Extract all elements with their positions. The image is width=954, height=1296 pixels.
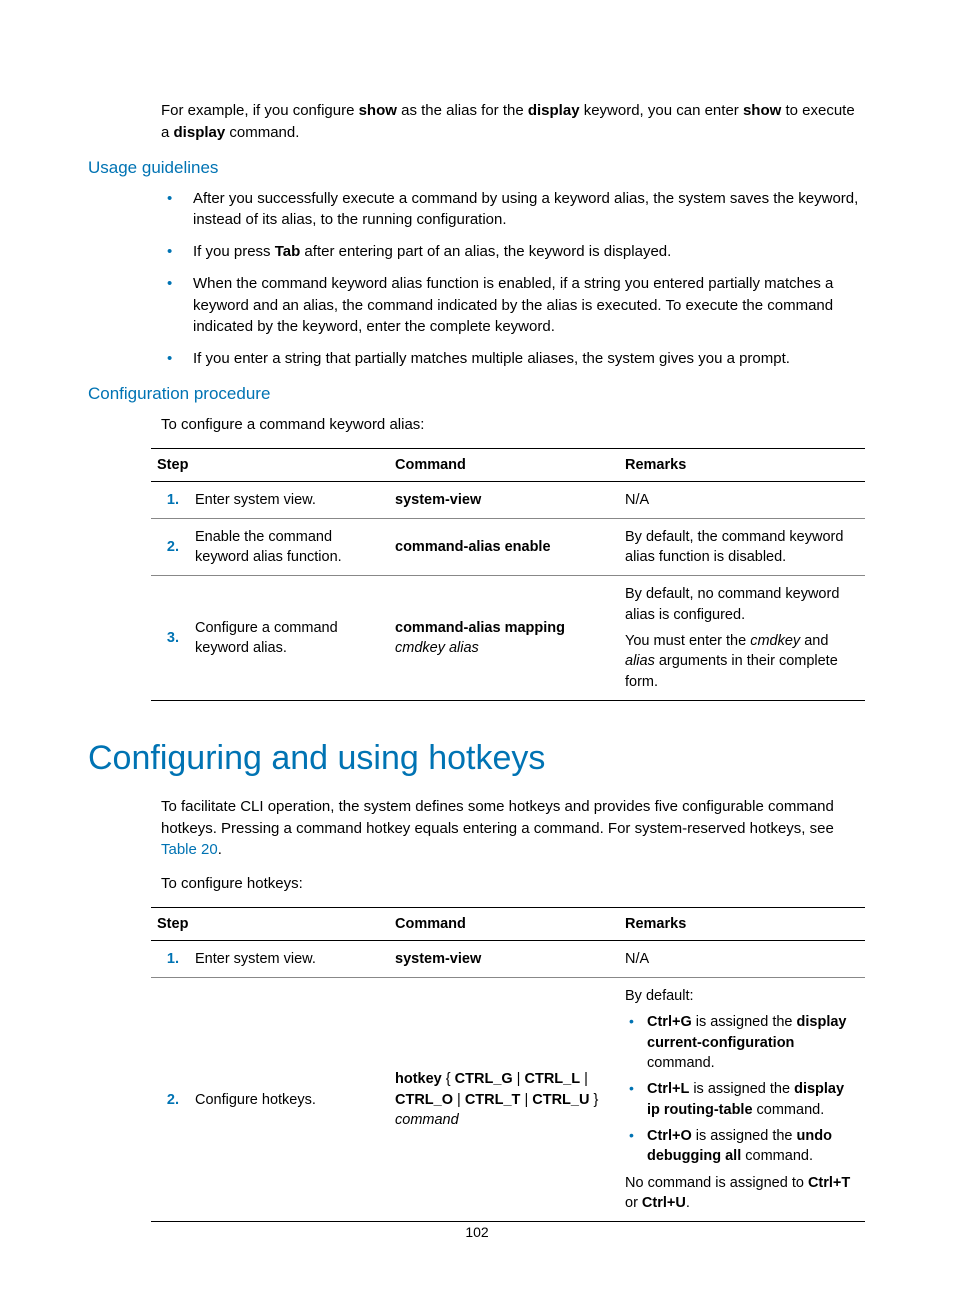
table-row: 1. Enter system view. system-view N/A xyxy=(151,940,865,977)
text: By default: xyxy=(625,986,859,1006)
step-desc: Enter system view. xyxy=(189,481,389,518)
th-step: Step xyxy=(151,448,389,481)
step-number: 1. xyxy=(151,940,189,977)
step-number: 2. xyxy=(151,518,189,576)
cmd: command-alias enable xyxy=(395,539,551,555)
text: command. xyxy=(225,124,299,141)
intro-paragraph: For example, if you configure show as th… xyxy=(88,100,866,144)
table-row: 2. Configure hotkeys. hotkey { CTRL_G | … xyxy=(151,978,865,1222)
text: as the alias for the xyxy=(397,102,528,119)
command-cell: command-alias mapping cmdkey alias xyxy=(389,576,619,700)
usage-guidelines-list: After you successfully execute a command… xyxy=(88,188,866,370)
list-item: When the command keyword alias function … xyxy=(161,273,866,338)
kw-tab: Tab xyxy=(275,243,301,260)
text: To facilitate CLI operation, the system … xyxy=(161,798,834,837)
cmd: hotkey xyxy=(395,1071,442,1087)
alias-config-table: Step Command Remarks 1. Enter system vie… xyxy=(151,448,865,701)
kw-show: show xyxy=(743,102,781,119)
cmd: system-view xyxy=(395,492,481,508)
text: If you press xyxy=(193,243,275,260)
table-row: 3. Configure a command keyword alias. co… xyxy=(151,576,865,700)
command-cell: command-alias enable xyxy=(389,518,619,576)
command-cell: hotkey { CTRL_G | CTRL_L | CTRL_O | CTRL… xyxy=(389,978,619,1222)
th-step: Step xyxy=(151,907,389,940)
remarks-cell: By default: Ctrl+G is assigned the displ… xyxy=(619,978,865,1222)
remarks-cell: By default, the command keyword alias fu… xyxy=(619,518,865,576)
text: No command is assigned to Ctrl+T or Ctrl… xyxy=(625,1173,859,1214)
th-remarks: Remarks xyxy=(619,907,865,940)
list-item: If you press Tab after entering part of … xyxy=(161,241,866,263)
step-desc: Configure a command keyword alias. xyxy=(189,576,389,700)
page-number: 102 xyxy=(0,1224,954,1240)
list-item: Ctrl+O is assigned the undo debugging al… xyxy=(625,1126,859,1167)
th-command: Command xyxy=(389,448,619,481)
text: By default, no command keyword alias is … xyxy=(625,584,859,625)
text: keyword, you can enter xyxy=(580,102,743,119)
cmd: system-view xyxy=(395,951,481,967)
text: . xyxy=(218,841,222,858)
list-item: Ctrl+G is assigned the display current-c… xyxy=(625,1012,859,1073)
hotkeys-config-table: Step Command Remarks 1. Enter system vie… xyxy=(151,907,865,1222)
text: For example, if you configure xyxy=(161,102,359,119)
configuration-procedure-heading: Configuration procedure xyxy=(88,384,866,404)
step-number: 2. xyxy=(151,978,189,1222)
table-20-link[interactable]: Table 20 xyxy=(161,841,218,858)
hotkeys-config-intro: To configure hotkeys: xyxy=(88,873,866,895)
list-item: If you enter a string that partially mat… xyxy=(161,348,866,370)
step-number: 3. xyxy=(151,576,189,700)
remarks-cell: N/A xyxy=(619,481,865,518)
config-intro: To configure a command keyword alias: xyxy=(88,414,866,436)
list-item: Ctrl+L is assigned the display ip routin… xyxy=(625,1079,859,1120)
th-command: Command xyxy=(389,907,619,940)
step-desc: Enable the command keyword alias functio… xyxy=(189,518,389,576)
list-item: After you successfully execute a command… xyxy=(161,188,866,232)
text: After you successfully execute a command… xyxy=(193,190,858,229)
text: You must enter the cmdkey and alias argu… xyxy=(625,631,859,692)
configuring-hotkeys-heading: Configuring and using hotkeys xyxy=(88,739,866,778)
usage-guidelines-heading: Usage guidelines xyxy=(88,158,866,178)
cmd: command-alias mapping xyxy=(395,620,565,636)
kw-show: show xyxy=(359,102,397,119)
text: When the command keyword alias function … xyxy=(193,275,833,336)
kw-display: display xyxy=(174,124,226,141)
th-remarks: Remarks xyxy=(619,448,865,481)
hotkeys-intro: To facilitate CLI operation, the system … xyxy=(88,796,866,861)
table-row: 1. Enter system view. system-view N/A xyxy=(151,481,865,518)
kw-display: display xyxy=(528,102,580,119)
remarks-cell: By default, no command keyword alias is … xyxy=(619,576,865,700)
step-desc: Enter system view. xyxy=(189,940,389,977)
defaults-list: Ctrl+G is assigned the display current-c… xyxy=(625,1012,859,1166)
step-desc: Configure hotkeys. xyxy=(189,978,389,1222)
step-number: 1. xyxy=(151,481,189,518)
text: If you enter a string that partially mat… xyxy=(193,350,790,367)
arg: cmdkey alias xyxy=(395,640,479,656)
command-cell: system-view xyxy=(389,940,619,977)
remarks-cell: N/A xyxy=(619,940,865,977)
table-row: 2. Enable the command keyword alias func… xyxy=(151,518,865,576)
command-cell: system-view xyxy=(389,481,619,518)
text: after entering part of an alias, the key… xyxy=(300,243,671,260)
